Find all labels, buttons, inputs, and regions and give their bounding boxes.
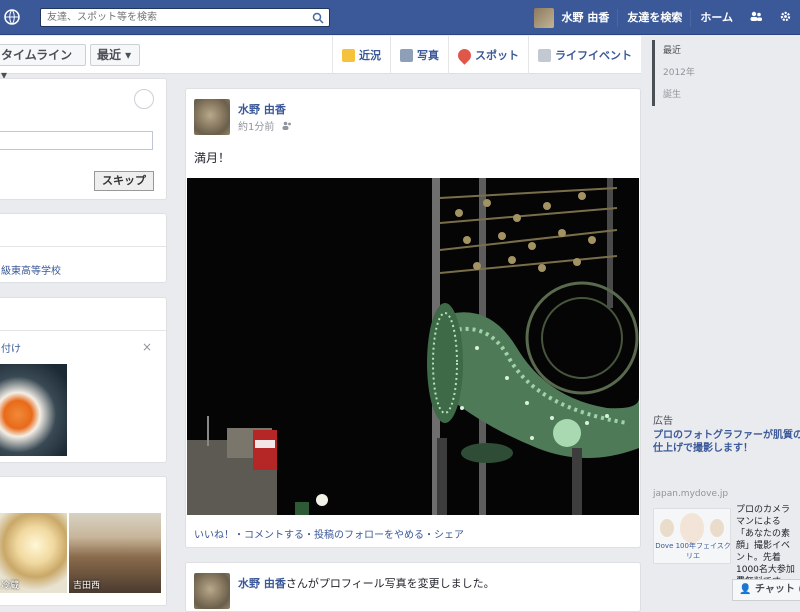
photos-card: 付け × (0, 297, 168, 463)
friend-thumbnail[interactable]: 冷蔵 (0, 513, 67, 593)
avatar[interactable] (194, 99, 230, 135)
status-icon (342, 48, 355, 62)
gear-icon[interactable] (771, 11, 800, 25)
place-icon (455, 45, 474, 65)
friends-icon[interactable] (741, 11, 771, 24)
friend-thumbnail[interactable]: 吉田西 (69, 513, 161, 593)
ad-title[interactable]: プロのフォトグラファーが肌質の仕上げで撮影します！ (653, 429, 800, 455)
post-action-text: さんがプロフィール写真を変更しました。 (285, 577, 495, 590)
logo-icon[interactable] (0, 8, 30, 26)
friend-caption: 吉田西 (73, 581, 101, 591)
chat-label: チャット ( (754, 584, 800, 595)
tab-photo[interactable]: 写真 (390, 36, 448, 74)
ad-face (680, 513, 704, 543)
search-input[interactable] (41, 9, 301, 26)
top-nav: 水野 由香 友達を検索 ホーム (534, 0, 800, 35)
audience-icon[interactable] (282, 121, 292, 133)
year-item-recent[interactable]: 最近 (655, 40, 695, 62)
ad-image[interactable]: Dove 100年フェイスクリエ (653, 508, 731, 564)
tab-life-event-label: ライフイベント (555, 49, 632, 62)
timeline-dropdown[interactable]: タイムライン ▾ (0, 44, 86, 82)
close-icon[interactable]: × (142, 340, 152, 354)
tab-place[interactable]: スポット (448, 36, 528, 74)
profile-prompt-input[interactable] (0, 131, 153, 150)
profile-link[interactable]: 水野 由香 (560, 0, 617, 35)
search-icon[interactable] (312, 12, 324, 24)
tab-photo-label: 写真 (417, 49, 439, 62)
find-friends-link[interactable]: 友達を検索 (618, 0, 690, 35)
year-item-2012[interactable]: 2012年 (655, 62, 695, 84)
timeline-bar: タイムライン ▾ 最近 ▾ 近況 写真 スポット ライフイベント (0, 36, 641, 82)
skip-button[interactable]: スキップ (94, 171, 154, 191)
year-navigation: 最近 2012年 誕生 (652, 40, 695, 106)
post-timestamp[interactable]: 約1分前 (238, 118, 292, 133)
ad-face (660, 519, 674, 537)
avatar[interactable] (534, 7, 555, 28)
tab-status-label: 近況 (359, 49, 381, 62)
post-photo[interactable] (187, 178, 639, 515)
tab-place-label: スポット (475, 49, 519, 62)
card-label[interactable]: 付け (1, 340, 21, 355)
post-text: 満月！ (194, 151, 231, 165)
life-event-icon (538, 48, 551, 62)
ad-face (710, 519, 724, 537)
photo-icon (400, 48, 413, 62)
tab-life-event[interactable]: ライフイベント (528, 36, 641, 74)
chat-icon: 👤 (739, 584, 752, 595)
divider (0, 246, 168, 247)
post-actions[interactable]: いいね！・コメントする・投稿のフォローをやめる・シェア (194, 526, 464, 541)
ad-image-caption: Dove 100年フェイスクリエ (655, 542, 731, 560)
post-time-text: 約1分前 (238, 122, 275, 133)
school-link[interactable]: 級東高等学校 (1, 262, 61, 277)
post-card: 水野 由香さんがプロフィール写真を変更しました。 (185, 562, 641, 612)
ad-domain: japan.mydove.jp (653, 489, 729, 499)
goldfish-photo[interactable] (0, 364, 67, 456)
composer-tabs: 近況 写真 スポット ライフイベント (332, 36, 641, 74)
right-column: 最近 2012年 誕生 広告 プロのフォトグラファーが肌質の仕上げで撮影します！… (642, 36, 800, 601)
post-author[interactable]: 水野 由香 (238, 577, 286, 590)
home-link[interactable]: ホーム (691, 0, 741, 35)
search-box[interactable] (40, 8, 330, 27)
year-item-birth[interactable]: 誕生 (655, 84, 695, 106)
night-sculpture-photo (187, 178, 639, 515)
globe-icon (4, 9, 20, 25)
recent-dropdown[interactable]: 最近 ▾ (90, 44, 140, 66)
top-bar: 水野 由香 友達を検索 ホーム (0, 0, 800, 35)
post-card: 水野 由香 約1分前 満月！ いいね！・コメントする・投稿のフォローをやめる・シ… (185, 88, 641, 548)
post-header: 水野 由香さんがプロフィール写真を変更しました。 (238, 575, 495, 591)
checkbox-circle[interactable] (134, 89, 154, 109)
friends-card: 冷蔵 吉田西 (0, 476, 167, 606)
about-card: 級東高等学校 (0, 213, 168, 283)
post-author[interactable]: 水野 由香 (238, 101, 286, 117)
profile-prompt-card: スキップ (0, 78, 167, 200)
friend-caption: 冷蔵 (1, 581, 20, 591)
ad-label: 広告 (653, 416, 673, 427)
tab-status[interactable]: 近況 (332, 36, 390, 74)
divider (0, 330, 168, 331)
ad-body: プロのカメラマンによる「あなたの素顔」撮影イベント。先着1000名大参加費無料で… (736, 505, 795, 587)
avatar[interactable] (194, 573, 230, 609)
